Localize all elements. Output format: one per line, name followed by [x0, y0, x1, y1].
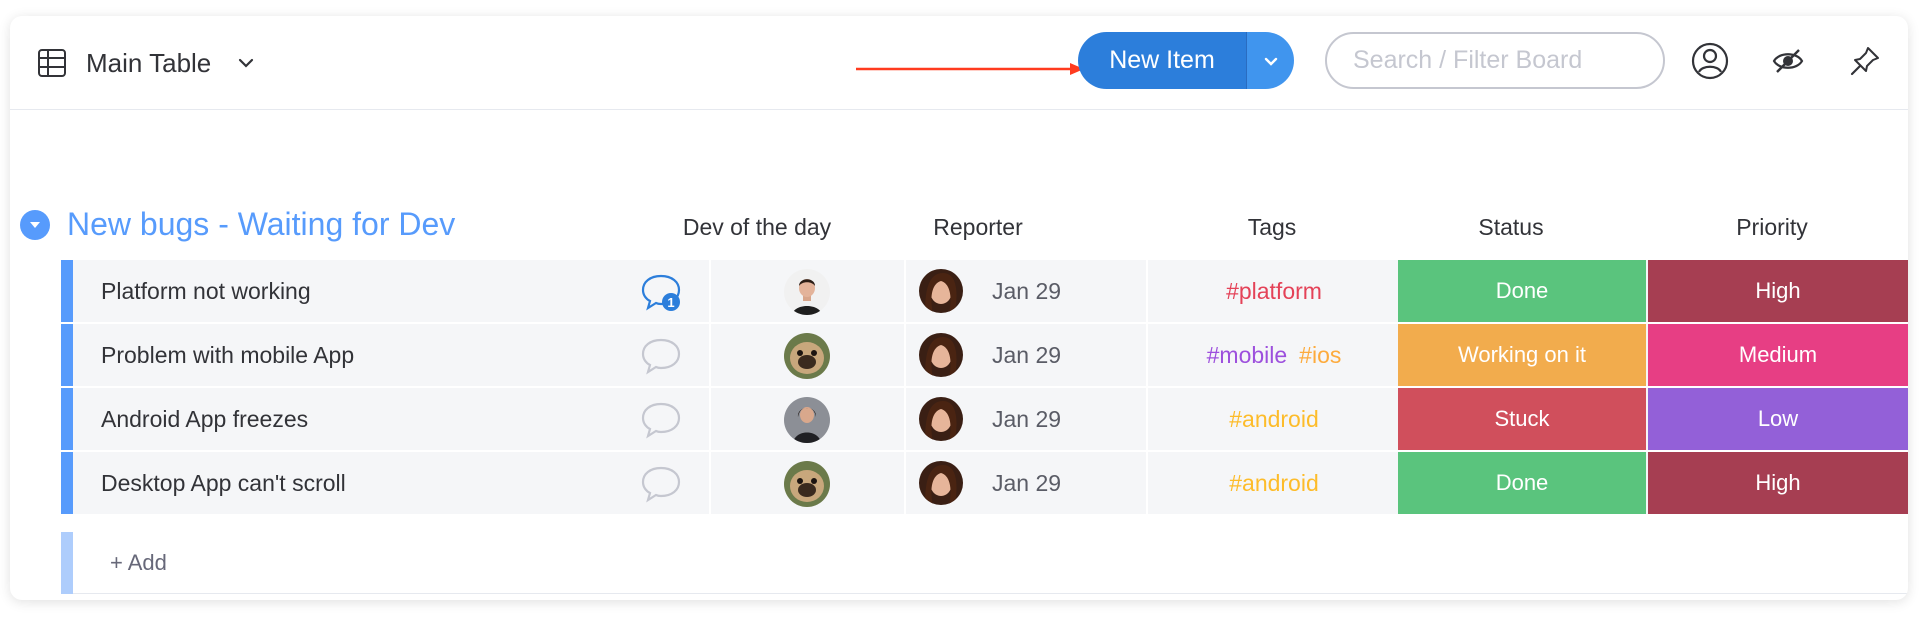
- priority-label[interactable]: High: [1648, 260, 1908, 322]
- updates-icon[interactable]: [639, 336, 683, 376]
- eye-off-icon: [1772, 49, 1804, 73]
- cell-divider: [709, 388, 711, 450]
- group-title[interactable]: New bugs - Waiting for Dev: [67, 206, 455, 243]
- avatar[interactable]: [784, 333, 830, 379]
- group-color-bar: [61, 452, 73, 514]
- view-name: Main Table: [86, 47, 212, 78]
- tag[interactable]: #mobile: [1207, 342, 1288, 368]
- column-header-priority[interactable]: Priority: [1636, 214, 1908, 241]
- column-header-tags[interactable]: Tags: [1146, 214, 1398, 241]
- status-label[interactable]: Done: [1398, 452, 1646, 514]
- dev-photo: [784, 269, 830, 315]
- group-collapse-button[interactable]: [20, 210, 50, 240]
- avatar[interactable]: [784, 397, 830, 443]
- column-header-dev[interactable]: Dev of the day: [662, 214, 852, 241]
- item-name[interactable]: Android App freezes: [101, 406, 308, 433]
- group-header: New bugs - Waiting for Dev Dev of the da…: [10, 202, 1908, 250]
- updates-icon[interactable]: [639, 464, 683, 504]
- item-name[interactable]: Desktop App can't scroll: [101, 470, 346, 497]
- avatar[interactable]: [919, 333, 963, 377]
- tags-cell[interactable]: #android: [1148, 470, 1400, 497]
- table-row[interactable]: Platform not working 1 Jan 29 #platform …: [61, 260, 1908, 322]
- new-item-button[interactable]: New Item: [1078, 32, 1294, 89]
- add-item-input[interactable]: + Add: [110, 550, 167, 576]
- reporter-date: Jan 29: [992, 342, 1062, 368]
- user-icon: [1691, 42, 1729, 80]
- status-label[interactable]: Stuck: [1398, 388, 1646, 450]
- group-color-bar: [61, 324, 73, 386]
- status-label[interactable]: Done: [1398, 260, 1646, 322]
- reporter-date: Jan 29: [992, 470, 1062, 496]
- priority-label[interactable]: Medium: [1648, 324, 1908, 386]
- reporter-date: Jan 29: [992, 406, 1062, 432]
- avatar[interactable]: [919, 269, 963, 313]
- avatar[interactable]: [784, 269, 830, 315]
- board-card: Main Table New Item Search / Filter Boar…: [10, 16, 1908, 600]
- add-item-row[interactable]: + Add: [61, 532, 1908, 594]
- tag[interactable]: #platform: [1226, 278, 1322, 304]
- table-row[interactable]: Android App freezes Jan 29 #android Stuc…: [61, 388, 1908, 450]
- cell-divider: [709, 452, 711, 514]
- reporter-photo: [919, 333, 963, 377]
- avatar[interactable]: [784, 461, 830, 507]
- cell-divider: [709, 260, 711, 322]
- search-input[interactable]: [1325, 32, 1665, 89]
- pug-photo: [784, 461, 830, 507]
- dev-photo: [784, 397, 830, 443]
- pug-photo: [784, 333, 830, 379]
- person-filter-button[interactable]: [1689, 40, 1731, 82]
- new-item-label[interactable]: New Item: [1078, 32, 1246, 89]
- hide-columns-button[interactable]: [1767, 40, 1809, 82]
- table-row[interactable]: Desktop App can't scroll Jan 29 #android…: [61, 452, 1908, 514]
- cell-divider: [709, 324, 711, 386]
- chevron-down-icon: [1264, 57, 1277, 66]
- tags-cell[interactable]: #android: [1148, 406, 1400, 433]
- reporter-photo: [919, 397, 963, 441]
- annotation-arrow: [856, 63, 1084, 75]
- tag[interactable]: #ios: [1299, 342, 1341, 368]
- table-row[interactable]: Problem with mobile App Jan 29 #mobile #…: [61, 324, 1908, 386]
- column-header-status[interactable]: Status: [1386, 214, 1636, 241]
- reporter-photo: [919, 461, 963, 505]
- cell-divider: [904, 260, 906, 322]
- chevron-down-icon: [30, 222, 40, 228]
- avatar[interactable]: [919, 461, 963, 505]
- reporter-photo: [919, 269, 963, 313]
- cell-divider: [904, 452, 906, 514]
- group-color-bar: [61, 260, 73, 322]
- status-label[interactable]: Working on it: [1398, 324, 1646, 386]
- cell-divider: [904, 388, 906, 450]
- new-item-dropdown[interactable]: [1246, 32, 1294, 89]
- column-header-reporter[interactable]: Reporter: [858, 214, 1098, 241]
- tags-cell[interactable]: #mobile #ios: [1148, 342, 1400, 369]
- pin-button[interactable]: [1844, 40, 1886, 82]
- cell-divider: [904, 324, 906, 386]
- reporter-date: Jan 29: [992, 278, 1062, 304]
- tag[interactable]: #android: [1229, 406, 1319, 432]
- item-name[interactable]: Problem with mobile App: [101, 342, 354, 369]
- group-color-bar: [61, 388, 73, 450]
- priority-label[interactable]: Low: [1648, 388, 1908, 450]
- view-selector[interactable]: Main Table: [36, 43, 257, 83]
- priority-label[interactable]: High: [1648, 452, 1908, 514]
- tags-cell[interactable]: #platform: [1148, 278, 1400, 305]
- tag[interactable]: #android: [1229, 470, 1319, 496]
- updates-icon[interactable]: [639, 400, 683, 440]
- updates-icon[interactable]: 1: [639, 272, 683, 312]
- pin-icon: [1850, 47, 1879, 76]
- item-name[interactable]: Platform not working: [101, 278, 311, 305]
- updates-count: 1: [667, 295, 674, 310]
- avatar[interactable]: [919, 397, 963, 441]
- chevron-down-icon[interactable]: [235, 52, 257, 74]
- table-icon: [38, 49, 66, 77]
- group-color-bar: [61, 532, 73, 594]
- board-toolbar: Main Table New Item: [10, 16, 1908, 110]
